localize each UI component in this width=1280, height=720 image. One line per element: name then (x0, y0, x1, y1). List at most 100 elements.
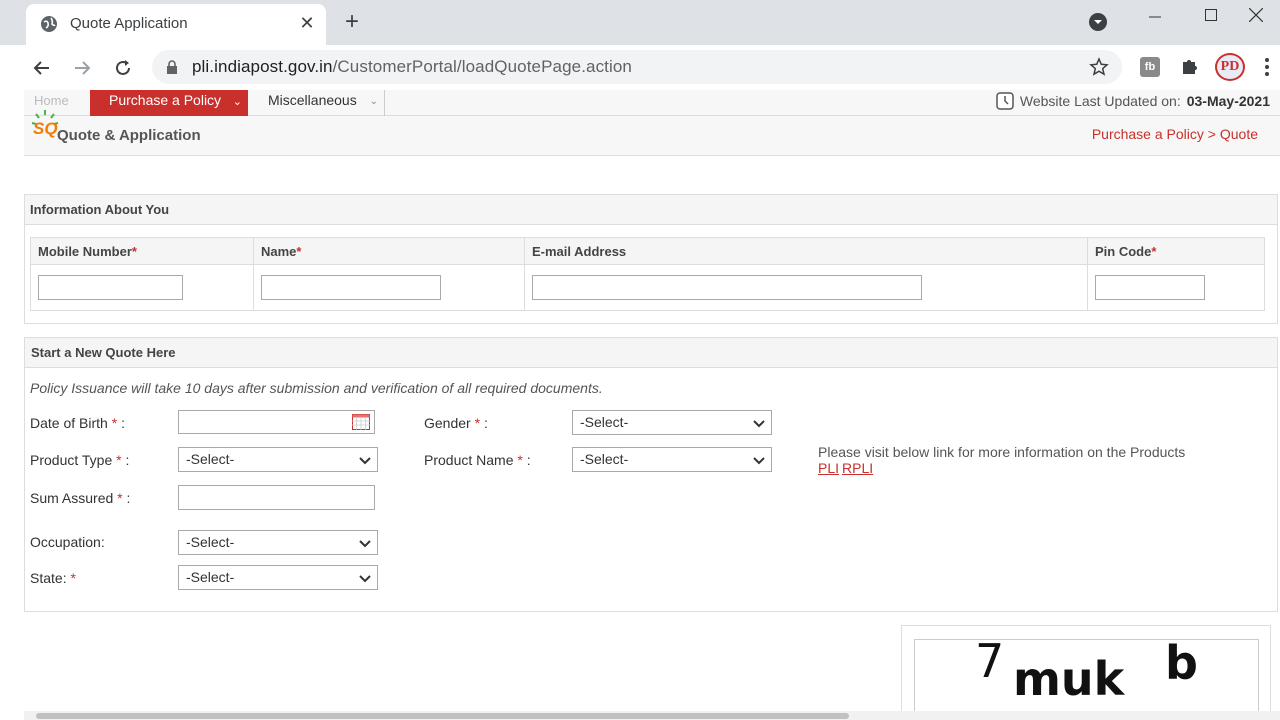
menu-purchase-label: Purchase a Policy (109, 92, 222, 108)
captcha-char-3: b (1165, 636, 1198, 690)
colon: : (125, 452, 130, 468)
mobile-cell (30, 264, 254, 311)
email-input[interactable] (532, 275, 922, 300)
scrollbar-thumb[interactable] (36, 713, 849, 719)
gender-select-value: -Select- (580, 414, 629, 430)
profile-initials: PD (1220, 59, 1240, 74)
occupation-label: Occupation: (30, 534, 105, 550)
menu-miscellaneous[interactable]: Miscellaneous ⌄ (248, 90, 385, 116)
info-section: Information About You Mobile Number * Nam… (24, 194, 1278, 324)
required-mark: * (70, 570, 76, 586)
chevron-down-icon: ⌄ (232, 96, 242, 108)
profile-avatar[interactable]: PD (1215, 53, 1245, 81)
name-input[interactable] (261, 275, 441, 300)
menu-misc-label: Miscellaneous (268, 92, 357, 108)
reload-icon[interactable] (110, 55, 136, 81)
product-type-label: Product Type * : (30, 452, 129, 468)
captcha-image: 7 muk b (914, 634, 1259, 719)
url-path: /CustomerPortal/loadQuotePage.action (332, 57, 632, 76)
browser-tab[interactable]: Quote Application ✕ (26, 4, 326, 45)
clock-icon (996, 92, 1014, 110)
chevron-down-icon: ⌄ (369, 96, 378, 107)
sum-assured-input[interactable] (178, 485, 375, 510)
product-name-select[interactable]: -Select- (572, 447, 772, 472)
required-mark: * (116, 452, 122, 468)
extension-fb-icon[interactable]: fb (1140, 57, 1160, 77)
gender-label: Gender * : (424, 415, 488, 431)
colon: : (526, 452, 531, 468)
url-text[interactable]: pli.indiapost.gov.in/CustomerPortal/load… (192, 57, 632, 77)
new-tab-icon[interactable]: + (340, 9, 364, 35)
page-title-bar: SQ Quote & Application Purchase a Policy… (24, 110, 1280, 156)
bookmark-star-icon[interactable] (1089, 57, 1109, 77)
sum-assured-text: Sum Assured (30, 490, 114, 506)
updated-date: 03-May-2021 (1186, 93, 1270, 109)
rpli-link[interactable]: RPLI (842, 460, 873, 476)
chevron-down-icon (753, 457, 765, 465)
sum-assured-label: Sum Assured * : (30, 490, 130, 506)
chevron-down-icon (359, 457, 371, 465)
page-content: Home Purchase a Policy ⌄ Miscellaneous ⌄… (24, 90, 1280, 720)
captcha-box: 7 muk b (901, 625, 1271, 720)
email-label: E-mail Address (532, 243, 627, 259)
pin-code-input[interactable] (1095, 275, 1205, 300)
product-name-label: Product Name * : (424, 452, 531, 468)
captcha-char-2: muk (1013, 652, 1125, 706)
minimize-icon[interactable] (1127, 0, 1183, 30)
chevron-down-icon (359, 575, 371, 583)
captcha-char-1: 7 (975, 634, 1005, 688)
breadcrumb-purchase[interactable]: Purchase a Policy (1092, 126, 1204, 142)
quote-section-heading: Start a New Quote Here (25, 338, 1277, 368)
forward-icon[interactable] (69, 55, 95, 81)
maximize-icon[interactable] (1183, 0, 1239, 30)
state-label: State: * (30, 570, 76, 586)
colon: : (483, 415, 488, 431)
info-section-heading: Information About You (25, 195, 1277, 225)
mobile-label: Mobile Number (38, 243, 132, 259)
product-type-text: Product Type (30, 452, 113, 468)
gender-select[interactable]: -Select- (572, 410, 772, 435)
state-select[interactable]: -Select- (178, 565, 378, 590)
dob-input[interactable] (178, 410, 375, 434)
name-header: Name* (253, 237, 525, 265)
colon: : (126, 490, 131, 506)
back-icon[interactable] (29, 55, 55, 81)
required-mark: * (117, 490, 123, 506)
chevron-down-icon (753, 420, 765, 428)
mobile-number-input[interactable] (38, 275, 183, 300)
tab-search-icon[interactable] (1088, 12, 1108, 32)
breadcrumb-quote[interactable]: Quote (1220, 126, 1258, 142)
tab-close-icon[interactable]: ✕ (296, 12, 318, 34)
occupation-value: -Select- (186, 534, 235, 550)
product-name-text: Product Name (424, 452, 514, 468)
state-text: State: (30, 570, 67, 586)
email-header: E-mail Address (524, 237, 1088, 265)
occupation-select[interactable]: -Select- (178, 530, 378, 555)
required-mark: * (111, 415, 118, 431)
logo-text: SQ (33, 119, 58, 138)
calendar-icon[interactable] (352, 414, 370, 430)
dob-label: Date of Birth * : (30, 415, 125, 431)
pin-cell (1087, 264, 1265, 311)
browser-menu-icon[interactable] (1264, 57, 1270, 77)
name-cell (253, 264, 525, 311)
quote-section: Start a New Quote Here Policy Issuance w… (24, 337, 1278, 612)
globe-icon (41, 16, 57, 32)
product-type-select[interactable]: -Select- (178, 447, 378, 472)
menu-home[interactable]: Home (34, 93, 69, 108)
close-window-icon[interactable] (1232, 0, 1280, 30)
breadcrumb-separator: > (1207, 126, 1216, 142)
dob-text: Date of Birth (30, 415, 108, 431)
state-value: -Select- (186, 569, 235, 585)
extension-fb-label: fb (1144, 61, 1156, 73)
required-mark: * (1151, 243, 1157, 259)
pli-link[interactable]: PLI (818, 460, 839, 476)
name-label: Name (261, 243, 297, 259)
menu-purchase-policy[interactable]: Purchase a Policy ⌄ (90, 90, 248, 116)
extensions-puzzle-icon[interactable] (1180, 56, 1200, 76)
tab-title: Quote Application (70, 15, 188, 32)
chevron-down-icon (359, 540, 371, 548)
pin-header: Pin Code* (1087, 237, 1265, 265)
last-updated: Website Last Updated on: 03-May-2021 (996, 92, 1270, 110)
horizontal-scrollbar[interactable] (24, 711, 1280, 720)
